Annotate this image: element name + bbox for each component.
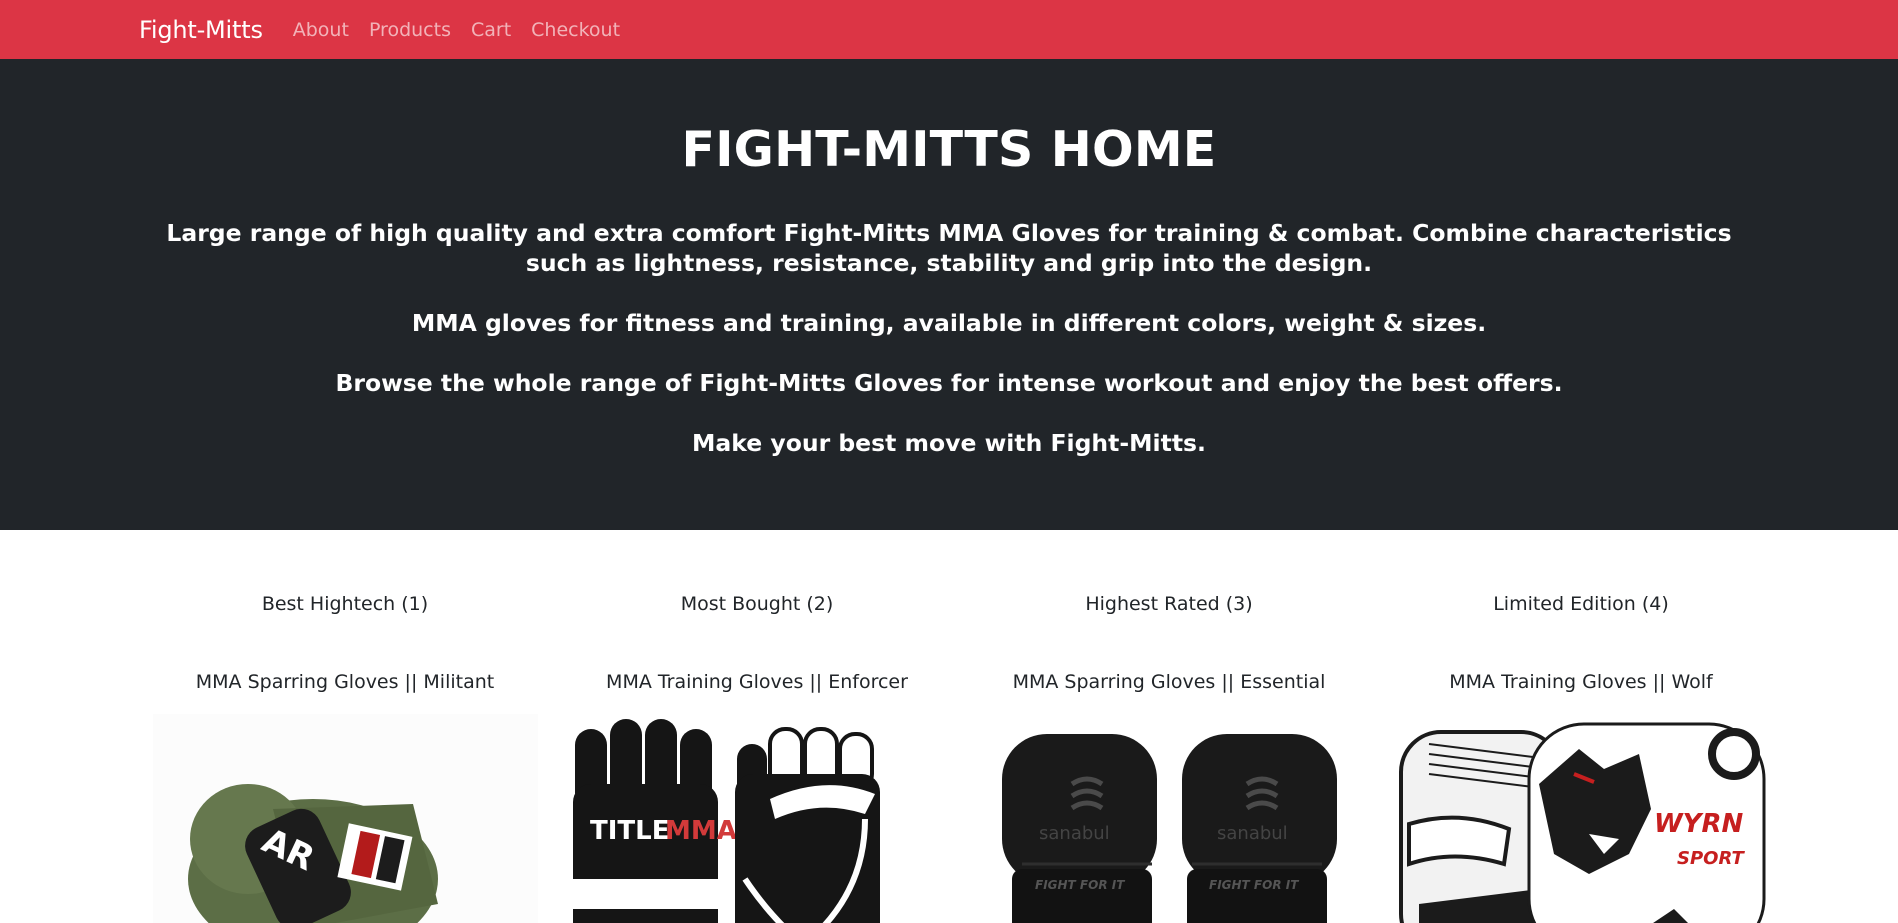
hero-paragraph: Large range of high quality and extra co… <box>166 219 1732 277</box>
hero-paragraph: Browse the whole range of Fight-Mitts Gl… <box>335 369 1563 397</box>
hero-paragraph: MMA gloves for fitness and training, ava… <box>411 309 1487 337</box>
product-name[interactable]: MMA Training Gloves || Wolf <box>1375 671 1787 693</box>
hero-paragraph: Make your best move with Fight-Mitts. <box>692 429 1206 457</box>
svg-text:FIGHT FOR IT: FIGHT FOR IT <box>1035 878 1125 892</box>
product-card[interactable]: Best Hightech (1) MMA Sparring Gloves ||… <box>139 593 551 923</box>
black-white-mma-gloves-image[interactable]: TITLE MMA <box>564 714 950 923</box>
product-category: Highest Rated (3) <box>1085 593 1253 615</box>
black-sanabul-gloves-image[interactable]: sanabul FIGHT FOR IT sanabul FIGHT FOR I… <box>976 714 1362 923</box>
hero-section: FIGHT-MITTS HOME Large range of high qua… <box>0 59 1898 530</box>
svg-text:MMA: MMA <box>665 816 737 846</box>
product-card[interactable]: Highest Rated (3) MMA Sparring Gloves ||… <box>963 593 1375 923</box>
product-name[interactable]: MMA Sparring Gloves || Essential <box>963 671 1375 693</box>
nav-link-checkout[interactable]: Checkout <box>531 19 620 41</box>
product-category: Limited Edition (4) <box>1493 593 1669 615</box>
svg-text:SPORT: SPORT <box>1677 848 1746 869</box>
svg-text:sanabul: sanabul <box>1039 823 1110 844</box>
svg-text:WYRN: WYRN <box>1654 809 1744 839</box>
svg-text:FIGHT FOR IT: FIGHT FOR IT <box>1209 878 1299 892</box>
product-card[interactable]: Limited Edition (4) MMA Training Gloves … <box>1375 593 1787 923</box>
product-name[interactable]: MMA Training Gloves || Enforcer <box>551 671 963 693</box>
products-grid: Best Hightech (1) MMA Sparring Gloves ||… <box>0 530 1898 923</box>
green-mma-glove-image[interactable]: AR TT <box>152 714 538 923</box>
nav-link-products[interactable]: Products <box>369 19 451 41</box>
product-category: Best Hightech (1) <box>261 593 429 615</box>
top-navbar: Fight-Mitts About Products Cart Checkout <box>0 0 1898 59</box>
hero-title: FIGHT-MITTS HOME <box>681 121 1217 178</box>
svg-text:sanabul: sanabul <box>1217 823 1288 844</box>
nav-link-cart[interactable]: Cart <box>471 19 511 41</box>
product-card[interactable]: Most Bought (2) MMA Training Gloves || E… <box>551 593 963 923</box>
product-category: Most Bought (2) <box>680 593 834 615</box>
svg-text:TITLE: TITLE <box>590 816 669 846</box>
brand-link[interactable]: Fight-Mitts <box>139 16 263 44</box>
nav-link-about[interactable]: About <box>293 19 349 41</box>
white-wolf-gloves-image[interactable]: WYRN SPORT <box>1388 714 1774 923</box>
product-name[interactable]: MMA Sparring Gloves || Militant <box>139 671 551 693</box>
